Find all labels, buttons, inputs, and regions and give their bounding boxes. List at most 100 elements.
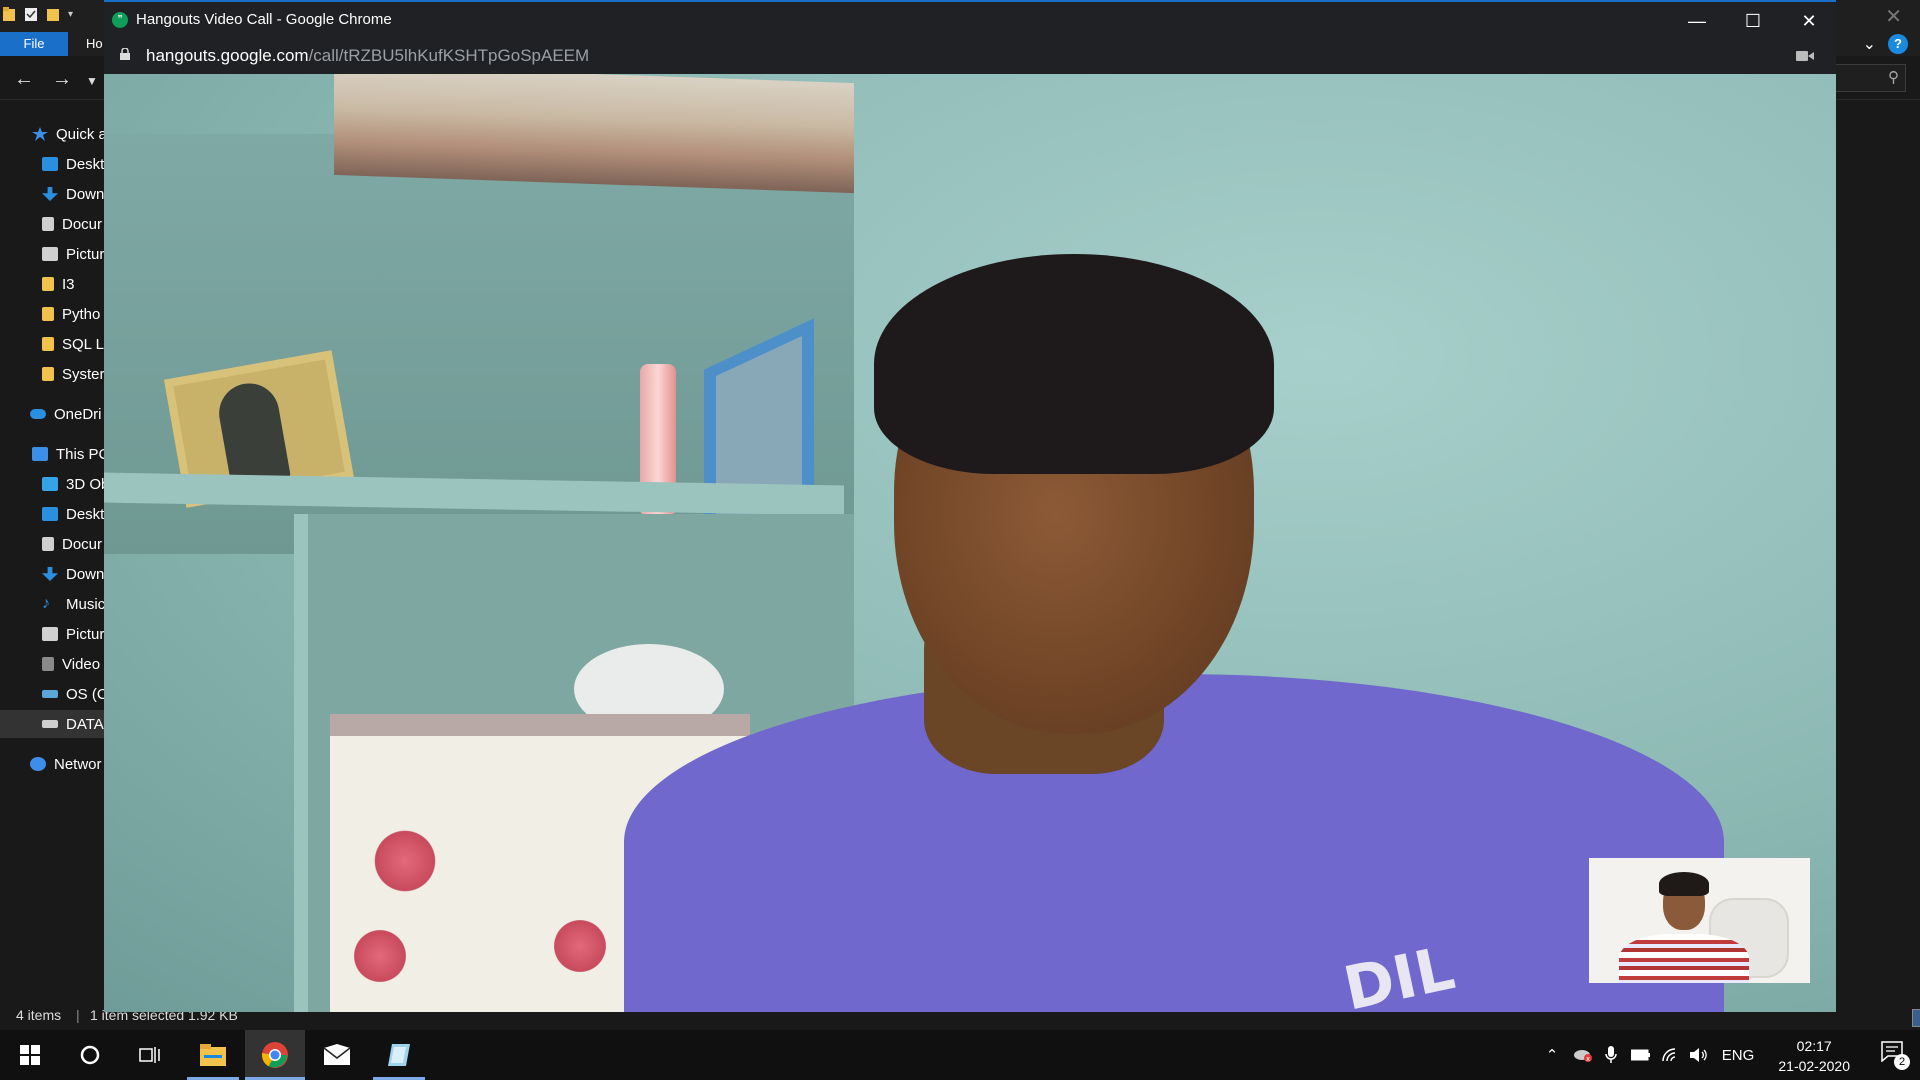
chrome-taskbar-button[interactable]: [245, 1030, 305, 1080]
computer-icon: [32, 447, 48, 461]
tree-item-documents-pc[interactable]: Docur: [0, 530, 104, 558]
tree-item-network[interactable]: Networ: [0, 750, 104, 778]
recent-locations-chevron-icon[interactable]: ▼: [86, 74, 98, 88]
customize-toolbar-icon[interactable]: ▾: [68, 9, 73, 20]
mail-taskbar-button[interactable]: [307, 1030, 367, 1080]
task-view-button[interactable]: [120, 1030, 180, 1080]
chrome-titlebar: ” Hangouts Video Call - Google Chrome — …: [104, 0, 1836, 38]
pip-person-hair: [1659, 872, 1709, 896]
camera-in-use-icon[interactable]: [1796, 50, 1814, 62]
item-count: 4 items: [16, 1007, 62, 1023]
show-hidden-icons-chevron-icon[interactable]: ⌃: [1540, 1030, 1564, 1080]
address-bar[interactable]: hangouts.google.com/call/tRZBU5lhKufKSHT…: [104, 38, 1836, 74]
file-tab[interactable]: File: [0, 32, 68, 56]
tree-item-desktop-pc[interactable]: Deskt: [0, 500, 104, 528]
battery-icon[interactable]: [1628, 1030, 1654, 1080]
tree-item-system[interactable]: Syster: [0, 360, 104, 388]
pictures-icon: [42, 627, 58, 641]
tree-item-this-pc[interactable]: This PC: [0, 440, 104, 468]
status-divider: |: [76, 1007, 80, 1023]
tree-item-label: This PC: [56, 445, 104, 463]
rose-pattern: [550, 916, 610, 976]
tree-item-data-drive[interactable]: DATA: [0, 710, 104, 738]
app-taskbar-button[interactable]: [369, 1030, 429, 1080]
expand-ribbon-icon[interactable]: ⌄: [1863, 34, 1876, 54]
tree-item-downloads-pc[interactable]: Down: [0, 560, 104, 588]
video-person-shirt: [624, 674, 1724, 1012]
tree-item-i3[interactable]: I3: [0, 270, 104, 298]
tree-item-label: Deskt: [66, 155, 104, 173]
large-icons-view-icon[interactable]: [1912, 1009, 1920, 1027]
tree-item-label: Pictur: [66, 625, 104, 643]
file-explorer-taskbar-button[interactable]: [183, 1030, 243, 1080]
minimize-icon[interactable]: —: [1672, 6, 1722, 36]
volume-icon[interactable]: [1686, 1030, 1712, 1080]
tree-item-3d-objects[interactable]: 3D Ob: [0, 470, 104, 498]
action-center-button[interactable]: 2: [1880, 1040, 1910, 1070]
taskbar-clock[interactable]: 02:17 21-02-2020: [1778, 1036, 1850, 1076]
tree-item-downloads[interactable]: Down: [0, 180, 104, 208]
mail-icon: [323, 1044, 351, 1065]
hangouts-favicon-icon: ”: [112, 12, 128, 28]
language-indicator[interactable]: ENG: [1718, 1030, 1758, 1080]
home-tab[interactable]: Ho: [86, 32, 103, 56]
tree-item-quick-access[interactable]: Quick a: [0, 120, 104, 148]
pictures-icon: [42, 247, 58, 261]
network-icon: [30, 757, 46, 771]
tree-item-documents[interactable]: Docur: [0, 210, 104, 238]
cortana-button[interactable]: [60, 1030, 120, 1080]
rose-pattern: [350, 926, 410, 986]
tree-item-pictures-pc[interactable]: Pictur: [0, 620, 104, 648]
windows-taskbar: ⌃ x ENG 02:17 21-02-2020 2: [0, 1030, 1920, 1080]
maximize-icon[interactable]: ☐: [1728, 6, 1778, 36]
star-icon: [32, 127, 48, 141]
lock-icon[interactable]: [120, 48, 130, 60]
tree-item-label: Deskt: [66, 505, 104, 523]
help-icon[interactable]: ?: [1888, 34, 1908, 54]
folder-icon: [42, 367, 54, 381]
music-icon: ♪: [42, 595, 50, 612]
forward-arrow-icon[interactable]: →: [52, 68, 72, 91]
tree-item-onedrive[interactable]: OneDri: [0, 400, 104, 428]
tree-item-label: Docur: [62, 215, 103, 233]
tree-item-pictures[interactable]: Pictur: [0, 240, 104, 268]
properties-icon[interactable]: [24, 6, 38, 22]
document-icon: [42, 217, 54, 231]
clock-date: 21-02-2020: [1778, 1058, 1850, 1074]
explorer-search-box[interactable]: ⚲: [1826, 64, 1906, 92]
chrome-icon: [261, 1042, 288, 1068]
cortana-circle-icon: [80, 1045, 100, 1065]
onedrive-error-icon[interactable]: x: [1570, 1030, 1596, 1080]
remote-video-feed[interactable]: DIL: [104, 74, 1836, 1012]
chrome-window: ” Hangouts Video Call - Google Chrome — …: [104, 0, 1836, 1012]
url-host: hangouts.google.com: [146, 46, 309, 65]
url-text[interactable]: hangouts.google.com/call/tRZBU5lhKufKSHT…: [146, 46, 589, 66]
video-icon: [42, 657, 54, 671]
tree-item-os-drive[interactable]: OS (C: [0, 680, 104, 708]
desktop-folder-icon: [42, 157, 58, 171]
tree-item-label: I3: [62, 275, 75, 293]
tree-item-music[interactable]: ♪ Music: [0, 590, 104, 618]
tree-item-label: DATA: [66, 715, 104, 733]
wifi-icon[interactable]: [1658, 1030, 1684, 1080]
microphone-icon[interactable]: [1600, 1030, 1622, 1080]
tree-item-sql[interactable]: SQL L: [0, 330, 104, 358]
new-folder-icon[interactable]: [46, 6, 60, 22]
notification-count-badge: 2: [1894, 1054, 1910, 1070]
explorer-close-icon[interactable]: ✕: [1885, 4, 1902, 29]
tree-item-label: OneDri: [54, 405, 102, 423]
video-tin-left: [330, 714, 540, 1012]
start-button[interactable]: [0, 1030, 60, 1080]
tree-item-label: Pictur: [66, 245, 104, 263]
tree-item-label: Docur: [62, 535, 103, 553]
tree-item-label: Down: [66, 565, 104, 583]
tree-item-videos[interactable]: Video: [0, 650, 104, 678]
tree-item-desktop[interactable]: Deskt: [0, 150, 104, 178]
close-icon[interactable]: ✕: [1784, 6, 1834, 36]
folder-icon[interactable]: [2, 6, 16, 22]
tree-item-label: Video: [62, 655, 101, 673]
tree-item-python[interactable]: Pytho: [0, 300, 104, 328]
svg-text:x: x: [1586, 1055, 1590, 1063]
self-view-thumbnail[interactable]: [1589, 858, 1810, 983]
back-arrow-icon[interactable]: ←: [14, 68, 34, 91]
